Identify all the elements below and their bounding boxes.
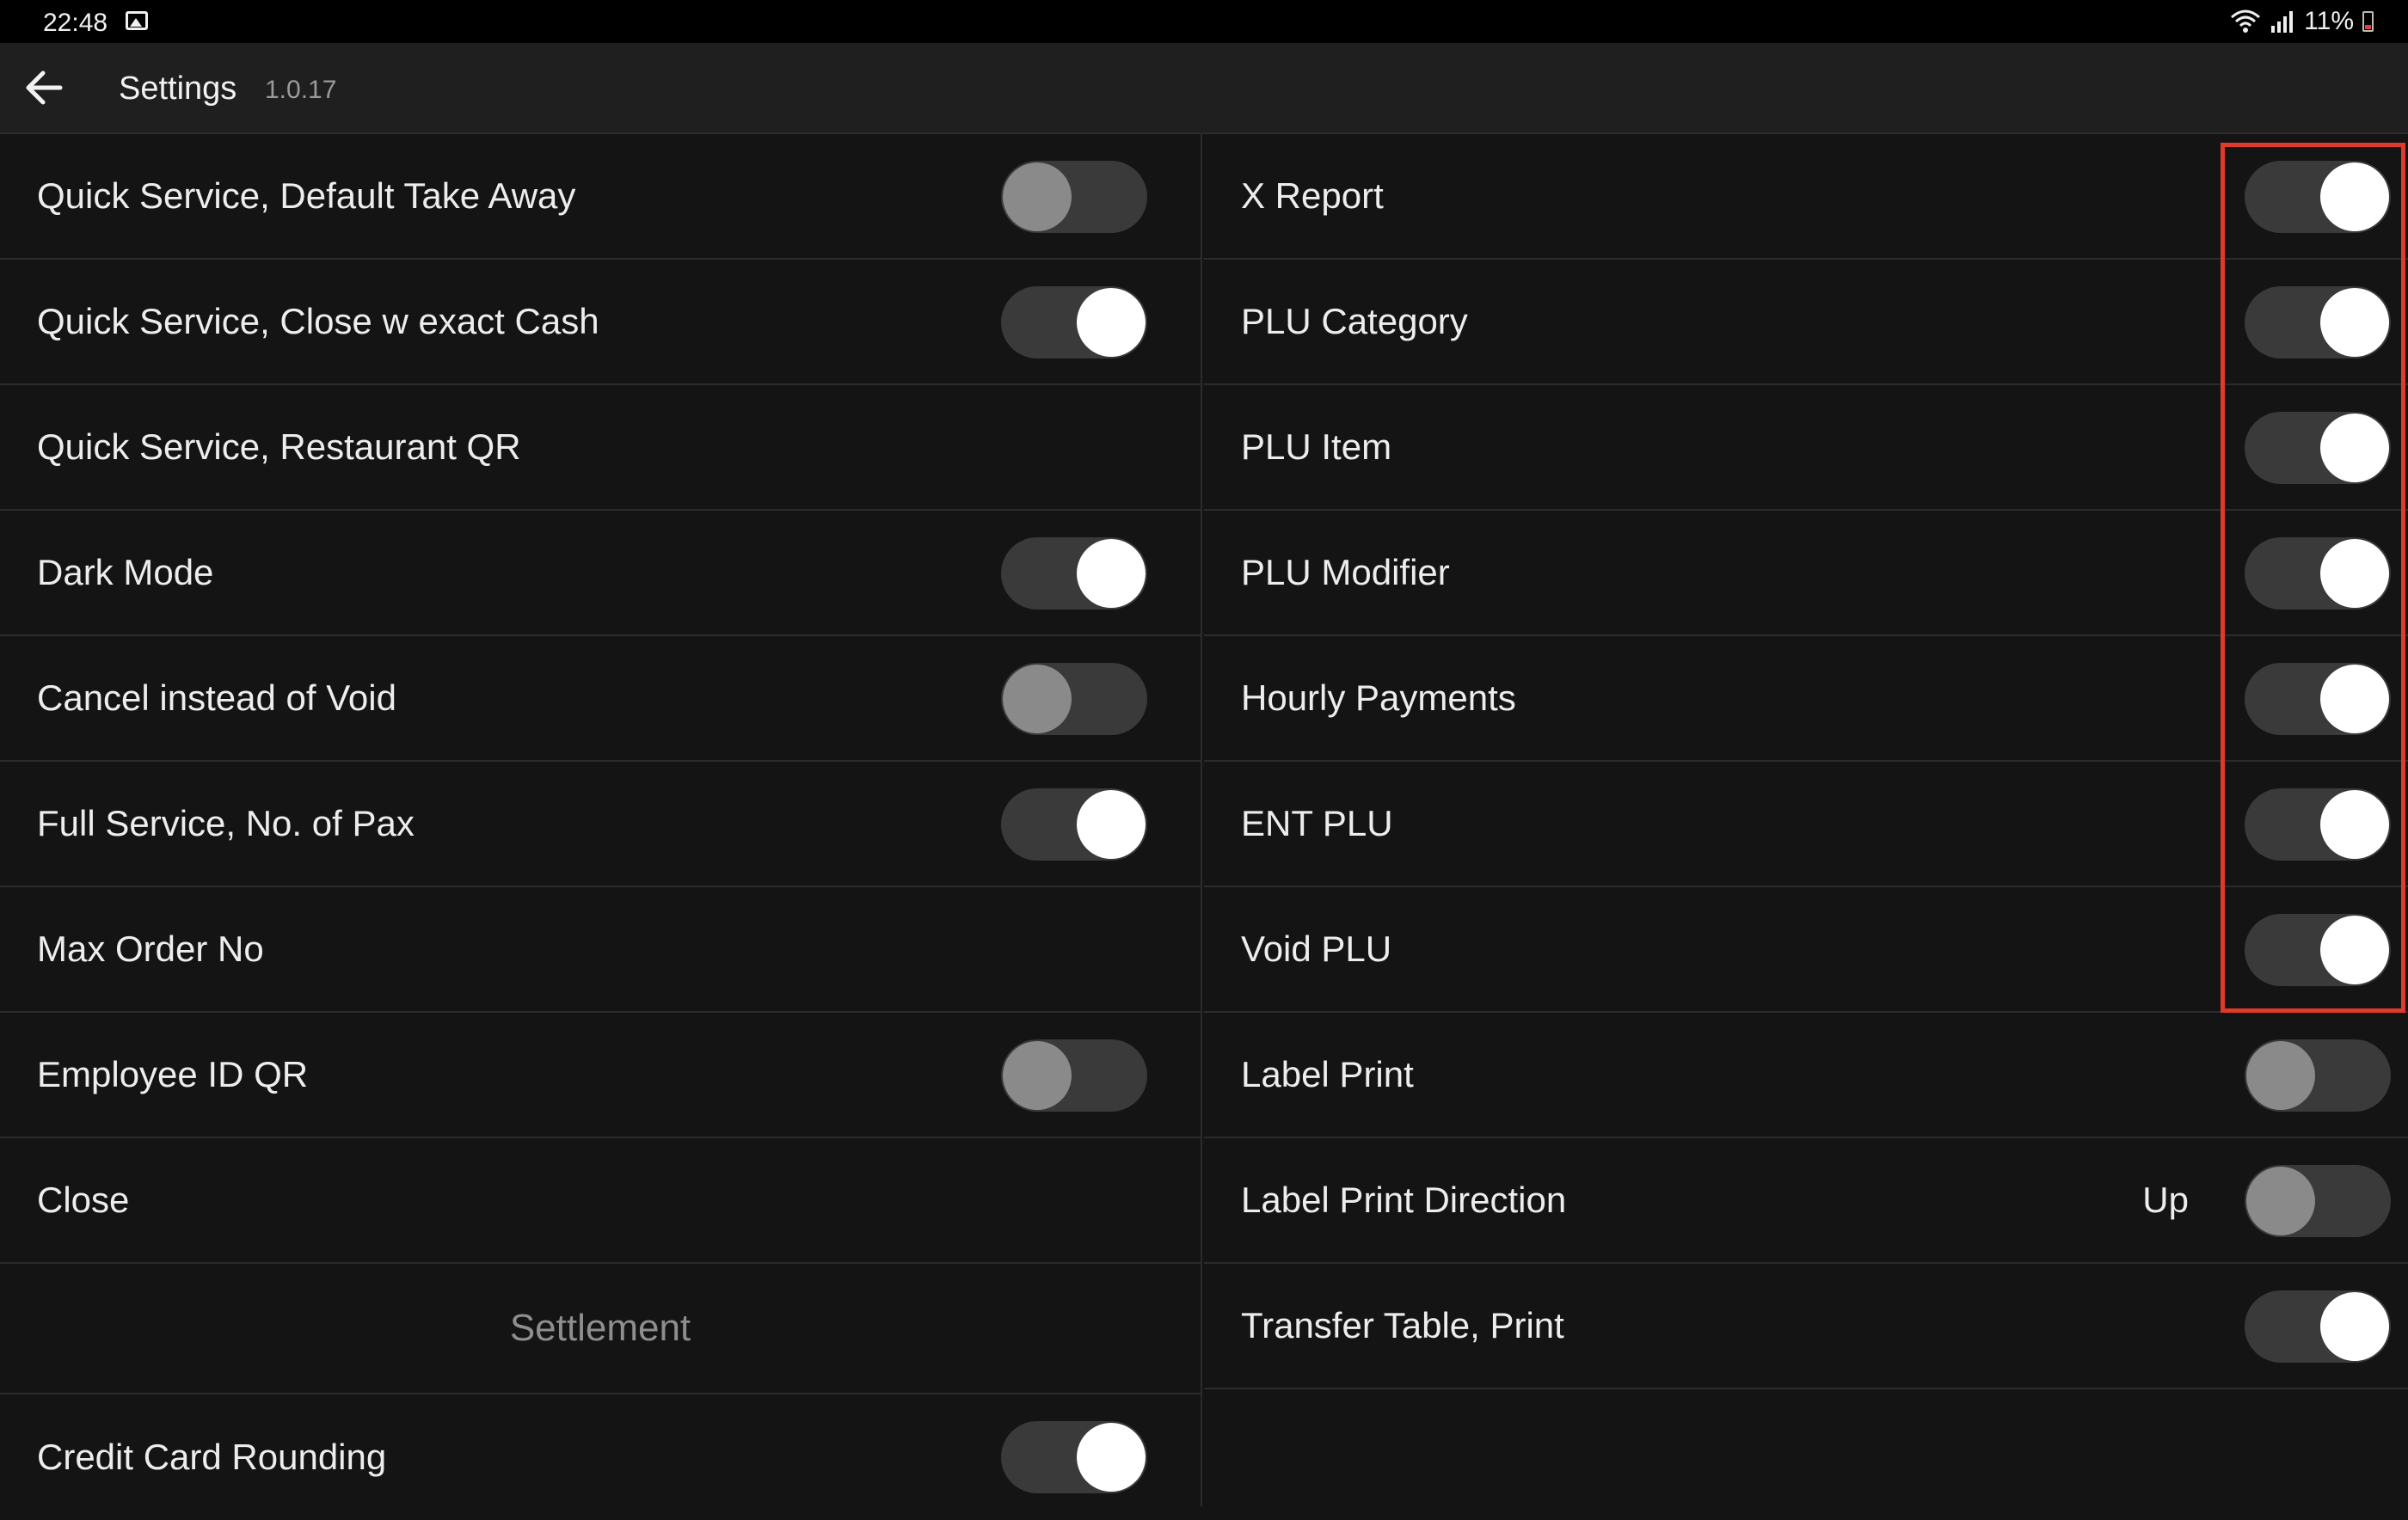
- setting-row-restaurant-qr[interactable]: Quick Service, Restaurant QR: [0, 385, 1201, 511]
- toggle-switch-void-plu[interactable]: [2245, 914, 2391, 986]
- image-icon: [126, 11, 148, 30]
- toggle-knob: [1077, 1423, 1146, 1492]
- toggle-knob: [2320, 916, 2389, 984]
- setting-label: Label Print: [1241, 1054, 1414, 1094]
- toggle-switch-cancel-instead-of-void[interactable]: [1001, 663, 1147, 735]
- toggle-knob: [2320, 1292, 2389, 1361]
- setting-label: Quick Service, Default Take Away: [37, 175, 576, 216]
- toggle-switch-label-print-direction[interactable]: [2245, 1165, 2391, 1237]
- setting-label: Void PLU: [1241, 929, 1392, 969]
- setting-label: PLU Category: [1241, 301, 1468, 341]
- toggle-switch-transfer-table-print[interactable]: [2245, 1290, 2391, 1363]
- settings-column-right: X Report PLU Category PLU Item PLU Modif…: [1204, 134, 2408, 1506]
- setting-row-ent-plu[interactable]: ENT PLU: [1204, 762, 2408, 887]
- section-label: Settlement: [509, 1307, 691, 1349]
- toggle-knob: [1077, 790, 1146, 859]
- toggle-switch-credit-card-rounding[interactable]: [1001, 1421, 1147, 1493]
- back-arrow-icon[interactable]: [19, 62, 71, 113]
- setting-label: Transfer Table, Print: [1241, 1305, 1564, 1345]
- setting-row-plu-category[interactable]: PLU Category: [1204, 260, 2408, 385]
- setting-label: Cancel instead of Void: [37, 677, 396, 718]
- setting-row-x-report[interactable]: X Report: [1204, 134, 2408, 260]
- toggle-knob: [1003, 665, 1072, 733]
- toggle-knob: [2320, 162, 2389, 231]
- setting-row-credit-card-rounding[interactable]: Credit Card Rounding: [0, 1394, 1201, 1520]
- toggle-switch-plu-category[interactable]: [2245, 286, 2391, 359]
- toggle-knob: [2246, 1041, 2315, 1110]
- setting-label: Close: [37, 1180, 130, 1220]
- page-title: Settings: [119, 70, 237, 107]
- toggle-switch-plu-modifier[interactable]: [2245, 537, 2391, 610]
- setting-label: PLU Item: [1241, 426, 1392, 467]
- toggle-knob: [2320, 790, 2389, 859]
- setting-label: Max Order No: [37, 929, 264, 969]
- signal-icon: [2271, 11, 2294, 33]
- setting-row-plu-modifier[interactable]: PLU Modifier: [1204, 511, 2408, 636]
- app-bar: Settings 1.0.17: [0, 43, 2408, 134]
- section-header-settlement: Settlement: [0, 1264, 1201, 1394]
- battery-percent: 11%: [2304, 7, 2354, 35]
- toggle-switch-plu-item[interactable]: [2245, 412, 2391, 484]
- toggle-switch-close-exact-cash[interactable]: [1001, 286, 1147, 359]
- status-time: 22:48: [43, 9, 108, 37]
- setting-row-hourly-payments[interactable]: Hourly Payments: [1204, 636, 2408, 762]
- setting-label: Label Print Direction: [1241, 1180, 1567, 1220]
- status-bar: 22:48 11%: [0, 0, 2408, 43]
- toggle-knob: [2246, 1167, 2315, 1235]
- toggle-switch-x-report[interactable]: [2245, 161, 2391, 233]
- setting-row-label-print-direction[interactable]: Label Print Direction Up: [1204, 1138, 2408, 1264]
- setting-row-default-take-away[interactable]: Quick Service, Default Take Away: [0, 134, 1201, 260]
- setting-row-close-exact-cash[interactable]: Quick Service, Close w exact Cash: [0, 260, 1201, 385]
- setting-label: Dark Mode: [37, 552, 214, 592]
- setting-row-close[interactable]: Close: [0, 1138, 1201, 1264]
- setting-label: Full Service, No. of Pax: [37, 803, 415, 843]
- toggle-switch-hourly-payments[interactable]: [2245, 663, 2391, 735]
- toggle-switch-label-print[interactable]: [2245, 1039, 2391, 1112]
- setting-label: X Report: [1241, 175, 1384, 216]
- setting-label: Hourly Payments: [1241, 677, 1516, 718]
- setting-row-void-plu[interactable]: Void PLU: [1204, 887, 2408, 1013]
- setting-row-employee-id-qr[interactable]: Employee ID QR: [0, 1013, 1201, 1138]
- battery-icon: [2362, 11, 2374, 32]
- setting-label: Quick Service, Close w exact Cash: [37, 301, 599, 341]
- toggle-knob: [2320, 288, 2389, 357]
- status-icons: 11%: [2230, 7, 2374, 36]
- setting-row-label-print[interactable]: Label Print: [1204, 1013, 2408, 1138]
- toggle-switch-no-of-pax[interactable]: [1001, 788, 1147, 861]
- setting-label: Credit Card Rounding: [37, 1437, 387, 1477]
- toggle-knob: [1003, 1041, 1072, 1110]
- toggle-knob: [2320, 665, 2389, 733]
- app-version: 1.0.17: [265, 76, 337, 104]
- setting-row-transfer-table-print[interactable]: Transfer Table, Print: [1204, 1264, 2408, 1389]
- wifi-icon: [2231, 9, 2261, 33]
- setting-label: ENT PLU: [1241, 803, 1393, 843]
- settings-column-left: Quick Service, Default Take Away Quick S…: [0, 134, 1202, 1506]
- toggle-switch-employee-id-qr[interactable]: [1001, 1039, 1147, 1112]
- setting-row-cancel-instead-of-void[interactable]: Cancel instead of Void: [0, 636, 1201, 762]
- setting-label: PLU Modifier: [1241, 552, 1450, 592]
- setting-label: Employee ID QR: [37, 1054, 309, 1094]
- toggle-knob: [1077, 288, 1146, 357]
- toggle-knob: [1003, 162, 1072, 231]
- toggle-knob: [2320, 414, 2389, 482]
- setting-label: Quick Service, Restaurant QR: [37, 426, 521, 467]
- setting-row-no-of-pax[interactable]: Full Service, No. of Pax: [0, 762, 1201, 887]
- setting-row-plu-item[interactable]: PLU Item: [1204, 385, 2408, 511]
- toggle-switch-default-take-away[interactable]: [1001, 161, 1147, 233]
- setting-value-direction: Up: [2142, 1180, 2189, 1220]
- toggle-switch-ent-plu[interactable]: [2245, 788, 2391, 861]
- toggle-knob: [1077, 539, 1146, 608]
- setting-row-max-order-no[interactable]: Max Order No: [0, 887, 1201, 1013]
- toggle-switch-dark-mode[interactable]: [1001, 537, 1147, 610]
- setting-row-dark-mode[interactable]: Dark Mode: [0, 511, 1201, 636]
- toggle-knob: [2320, 539, 2389, 608]
